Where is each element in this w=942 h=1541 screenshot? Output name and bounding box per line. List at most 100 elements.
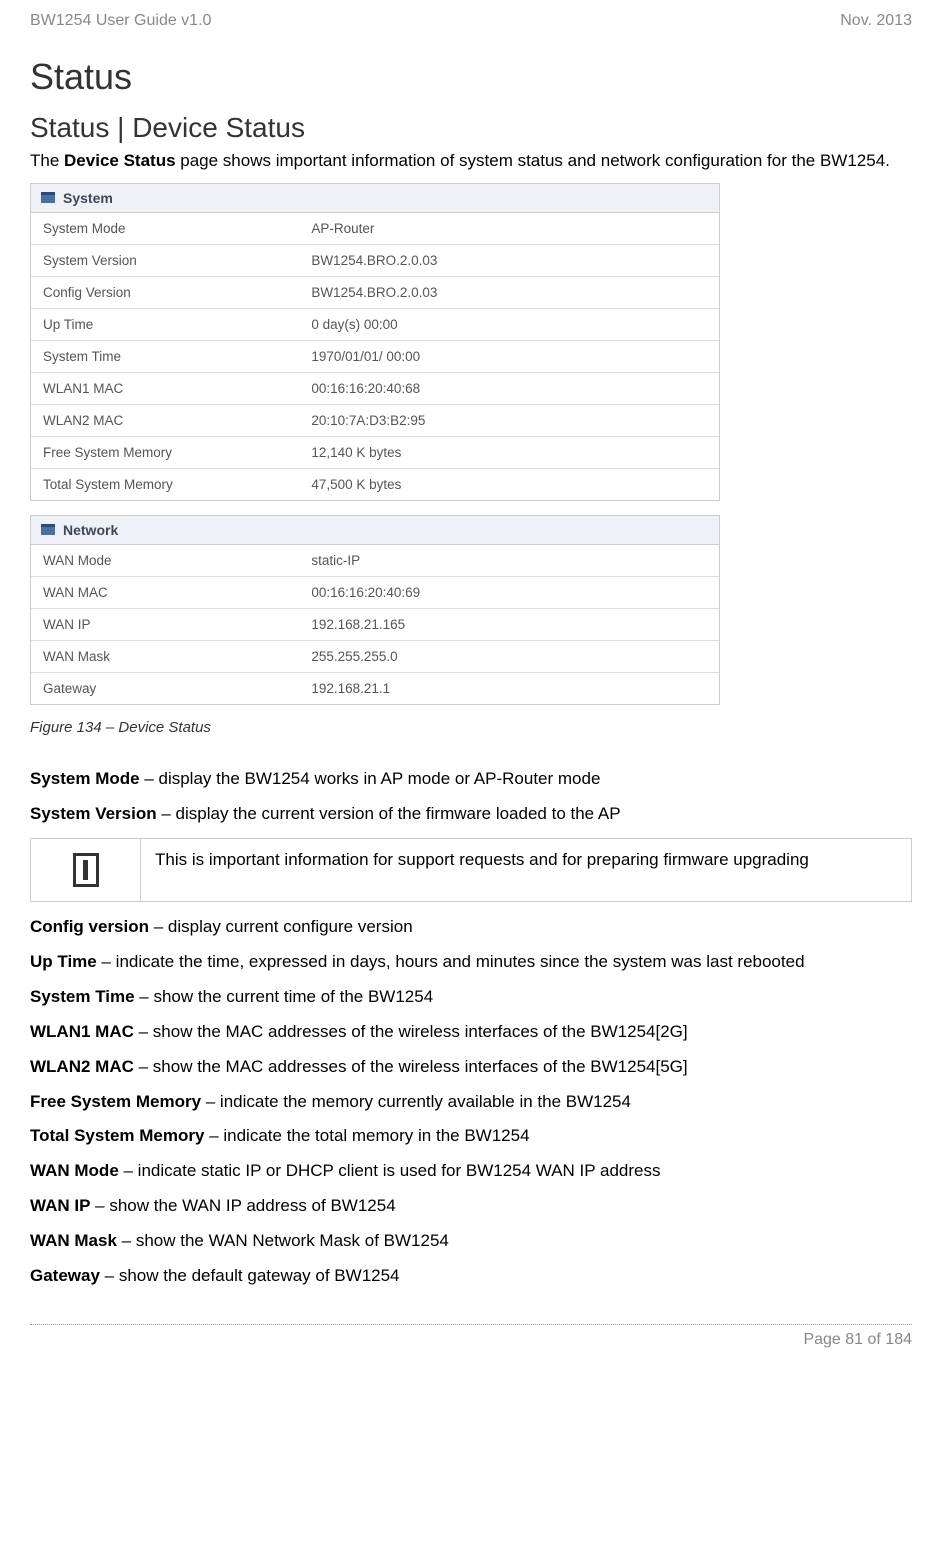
intro-paragraph: The Device Status page shows important i… (30, 150, 912, 173)
info-icon (73, 853, 99, 887)
definition-desc: – display the BW1254 works in AP mode or… (140, 769, 601, 788)
definition-line: WLAN2 MAC – show the MAC addresses of th… (30, 1056, 912, 1079)
definition-line: Config version – display current configu… (30, 916, 912, 939)
row-value: 255.255.255.0 (299, 640, 719, 672)
row-value: 20:10:7A:D3:B2:95 (299, 404, 719, 436)
row-value: 192.168.21.1 (299, 672, 719, 704)
table-row: System VersionBW1254.BRO.2.0.03 (31, 244, 719, 276)
table-row: System Time1970/01/01/ 00:00 (31, 340, 719, 372)
definition-line: Free System Memory – indicate the memory… (30, 1091, 912, 1114)
definition-desc: – show the WAN Network Mask of BW1254 (117, 1231, 449, 1250)
network-table-heading: Network (63, 522, 118, 538)
definition-line: WAN Mask – show the WAN Network Mask of … (30, 1230, 912, 1253)
row-value: 1970/01/01/ 00:00 (299, 340, 719, 372)
table-row: WLAN2 MAC20:10:7A:D3:B2:95 (31, 404, 719, 436)
definition-desc: – display the current version of the fir… (157, 804, 621, 823)
row-label: WAN MAC (31, 576, 299, 608)
system-table: System System ModeAP-RouterSystem Versio… (30, 183, 720, 501)
table-row: Gateway192.168.21.1 (31, 672, 719, 704)
definition-term: Config version (30, 917, 149, 936)
header-left: BW1254 User Guide v1.0 (30, 12, 211, 30)
footer-divider (30, 1324, 912, 1325)
window-icon (41, 192, 55, 203)
row-value: static-IP (299, 545, 719, 577)
definition-term: WLAN1 MAC (30, 1022, 134, 1041)
row-label: WLAN2 MAC (31, 404, 299, 436)
row-label: Up Time (31, 308, 299, 340)
definition-term: WLAN2 MAC (30, 1057, 134, 1076)
definition-term: Gateway (30, 1266, 100, 1285)
definition-line: System Mode – display the BW1254 works i… (30, 768, 912, 791)
system-table-head: System (31, 184, 719, 213)
row-label: WAN IP (31, 608, 299, 640)
definition-term: Free System Memory (30, 1092, 201, 1111)
network-table: Network WAN Modestatic-IPWAN MAC00:16:16… (30, 515, 720, 705)
definition-desc: – display current configure version (149, 917, 413, 936)
figure-caption: Figure 134 – Device Status (30, 719, 912, 736)
row-value: 0 day(s) 00:00 (299, 308, 719, 340)
intro-pre: The (30, 151, 64, 170)
table-row: System ModeAP-Router (31, 213, 719, 245)
row-value: BW1254.BRO.2.0.03 (299, 276, 719, 308)
row-value: 47,500 K bytes (299, 468, 719, 500)
page-header: BW1254 User Guide v1.0 Nov. 2013 (0, 0, 942, 38)
row-value: 00:16:16:20:40:68 (299, 372, 719, 404)
table-row: Up Time0 day(s) 00:00 (31, 308, 719, 340)
definition-term: WAN IP (30, 1196, 90, 1215)
row-value: 12,140 K bytes (299, 436, 719, 468)
definition-term: System Version (30, 804, 157, 823)
row-label: Gateway (31, 672, 299, 704)
network-table-head: Network (31, 516, 719, 545)
page-title: Status (30, 56, 912, 98)
row-label: System Time (31, 340, 299, 372)
definition-desc: – show the WAN IP address of BW1254 (90, 1196, 395, 1215)
intro-post: page shows important information of syst… (176, 151, 890, 170)
info-callout: This is important information for suppor… (30, 838, 912, 902)
row-label: Config Version (31, 276, 299, 308)
row-label: Free System Memory (31, 436, 299, 468)
definition-term: System Time (30, 987, 135, 1006)
definition-line: Up Time – indicate the time, expressed i… (30, 951, 912, 974)
definition-line: Total System Memory – indicate the total… (30, 1125, 912, 1148)
row-value: BW1254.BRO.2.0.03 (299, 244, 719, 276)
definition-line: System Time – show the current time of t… (30, 986, 912, 1009)
row-label: Total System Memory (31, 468, 299, 500)
system-status-rows: System ModeAP-RouterSystem VersionBW1254… (31, 213, 719, 500)
table-row: WAN MAC00:16:16:20:40:69 (31, 576, 719, 608)
definition-desc: – indicate the total memory in the BW125… (204, 1126, 529, 1145)
info-icon-cell (31, 839, 141, 901)
window-icon (41, 524, 55, 535)
row-value: 00:16:16:20:40:69 (299, 576, 719, 608)
row-value: AP-Router (299, 213, 719, 245)
definition-line: WLAN1 MAC – show the MAC addresses of th… (30, 1021, 912, 1044)
row-label: System Version (31, 244, 299, 276)
section-title: Status | Device Status (30, 112, 912, 144)
header-right: Nov. 2013 (840, 12, 912, 30)
definition-line: Gateway – show the default gateway of BW… (30, 1265, 912, 1288)
info-text: This is important information for suppor… (141, 839, 911, 901)
table-row: Free System Memory12,140 K bytes (31, 436, 719, 468)
row-value: 192.168.21.165 (299, 608, 719, 640)
system-table-heading: System (63, 190, 113, 206)
definition-desc: – show the MAC addresses of the wireless… (134, 1022, 688, 1041)
page-footer: Page 81 of 184 (0, 1329, 942, 1367)
definition-term: System Mode (30, 769, 140, 788)
table-row: WAN IP192.168.21.165 (31, 608, 719, 640)
page-content: Status Status | Device Status The Device… (0, 56, 942, 1310)
definition-term: WAN Mask (30, 1231, 117, 1250)
definition-term: Total System Memory (30, 1126, 204, 1145)
row-label: WAN Mask (31, 640, 299, 672)
row-label: WAN Mode (31, 545, 299, 577)
row-label: WLAN1 MAC (31, 372, 299, 404)
table-row: WAN Mask255.255.255.0 (31, 640, 719, 672)
table-row: WLAN1 MAC00:16:16:20:40:68 (31, 372, 719, 404)
definition-line: WAN Mode – indicate static IP or DHCP cl… (30, 1160, 912, 1183)
definition-desc: – indicate the memory currently availabl… (201, 1092, 631, 1111)
definition-desc: – show the current time of the BW1254 (135, 987, 434, 1006)
intro-bold: Device Status (64, 151, 176, 170)
table-row: Total System Memory47,500 K bytes (31, 468, 719, 500)
definition-line: System Version – display the current ver… (30, 803, 912, 826)
definition-desc: – show the MAC addresses of the wireless… (134, 1057, 688, 1076)
definition-desc: – show the default gateway of BW1254 (100, 1266, 400, 1285)
definition-term: WAN Mode (30, 1161, 119, 1180)
